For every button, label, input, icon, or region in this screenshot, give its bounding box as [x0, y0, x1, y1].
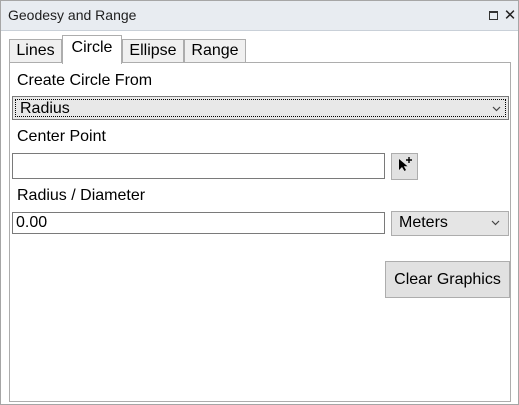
tab-range[interactable]: Range	[184, 39, 246, 63]
window-title: Geodesy and Range	[8, 7, 137, 23]
radius-input[interactable]	[12, 212, 385, 234]
clear-graphics-button[interactable]: Clear Graphics	[385, 261, 510, 298]
chevron-down-icon	[491, 217, 500, 229]
tab-circle[interactable]: Circle	[62, 35, 122, 64]
chevron-down-icon	[492, 103, 501, 115]
map-point-tool-button[interactable]	[391, 153, 418, 180]
tab-ellipse[interactable]: Ellipse	[122, 39, 184, 63]
title-bar[interactable]: Geodesy and Range ✕	[1, 1, 518, 31]
create-from-dropdown[interactable]: Radius	[12, 96, 509, 120]
restore-icon[interactable]	[485, 7, 501, 23]
radius-diameter-label: Radius / Diameter	[17, 187, 146, 204]
center-point-label: Center Point	[17, 128, 106, 145]
create-circle-from-label: Create Circle From	[17, 72, 153, 89]
close-icon[interactable]: ✕	[502, 7, 518, 23]
map-point-add-icon	[396, 156, 414, 177]
units-selected: Meters	[399, 214, 448, 231]
tab-strip: Lines Circle Ellipse Range	[9, 35, 511, 64]
geodesy-range-window: Geodesy and Range ✕ Lines Circle Ellipse…	[0, 0, 519, 405]
tab-lines[interactable]: Lines	[9, 39, 62, 63]
create-from-selected: Radius	[20, 100, 70, 117]
units-dropdown[interactable]: Meters	[391, 211, 509, 236]
center-point-input[interactable]	[12, 153, 385, 179]
